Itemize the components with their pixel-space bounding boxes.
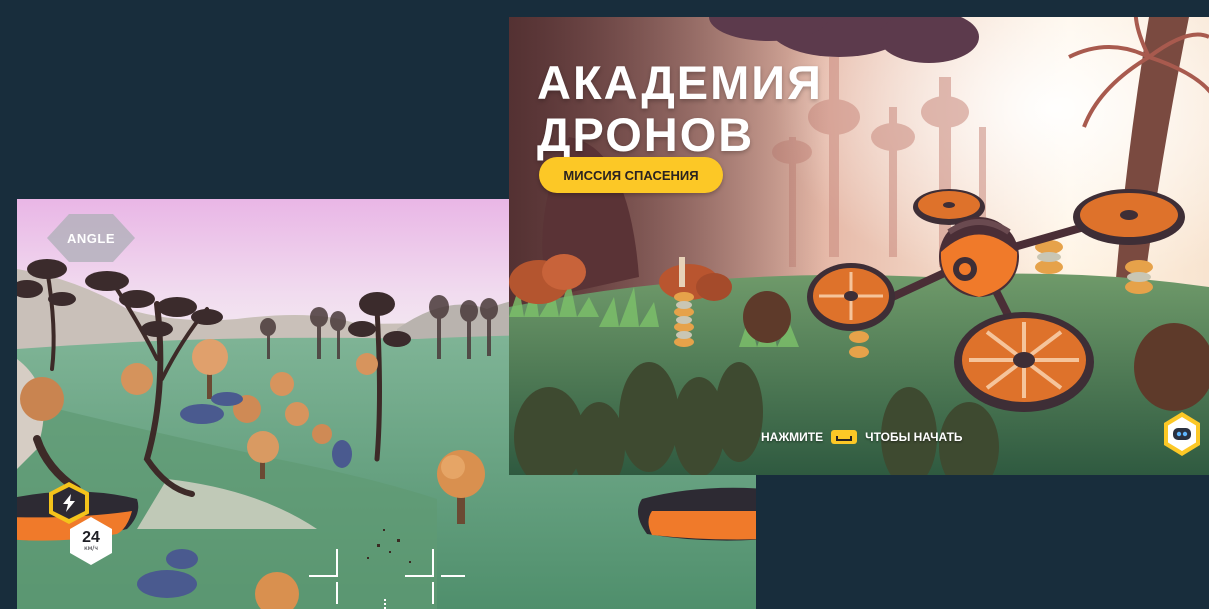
prompt-text-before: НАЖМИТЕ bbox=[761, 430, 824, 444]
rotor-front-right bbox=[954, 312, 1094, 412]
mission-subtitle-pill: МИССИЯ СПАСЕНИЯ bbox=[539, 157, 723, 193]
game-title-line1: АКАДЕМИЯ bbox=[537, 56, 823, 109]
speed-unit: км/ч bbox=[84, 544, 98, 552]
press-to-start-prompt[interactable]: НАЖМИТЕ ЧТОБЫ НАЧАТЬ bbox=[761, 427, 963, 447]
hud-right-pad bbox=[638, 487, 756, 541]
game-title-line2: ДРОНОВ bbox=[537, 108, 755, 161]
title-screen-screenshot: АКАДЕМИЯ ДРОНОВ МИССИЯ СПАСЕНИЯ НАЖМИТЕ … bbox=[509, 17, 1209, 475]
game-title: АКАДЕМИЯ ДРОНОВ bbox=[537, 57, 823, 161]
rotor-back-right bbox=[1073, 189, 1185, 245]
speed-value: 24 bbox=[82, 528, 100, 546]
spacebar-icon bbox=[831, 430, 858, 444]
rotor-front-left bbox=[807, 263, 895, 331]
prompt-text-after: ЧТОБЫ НАЧАТЬ bbox=[865, 430, 963, 444]
